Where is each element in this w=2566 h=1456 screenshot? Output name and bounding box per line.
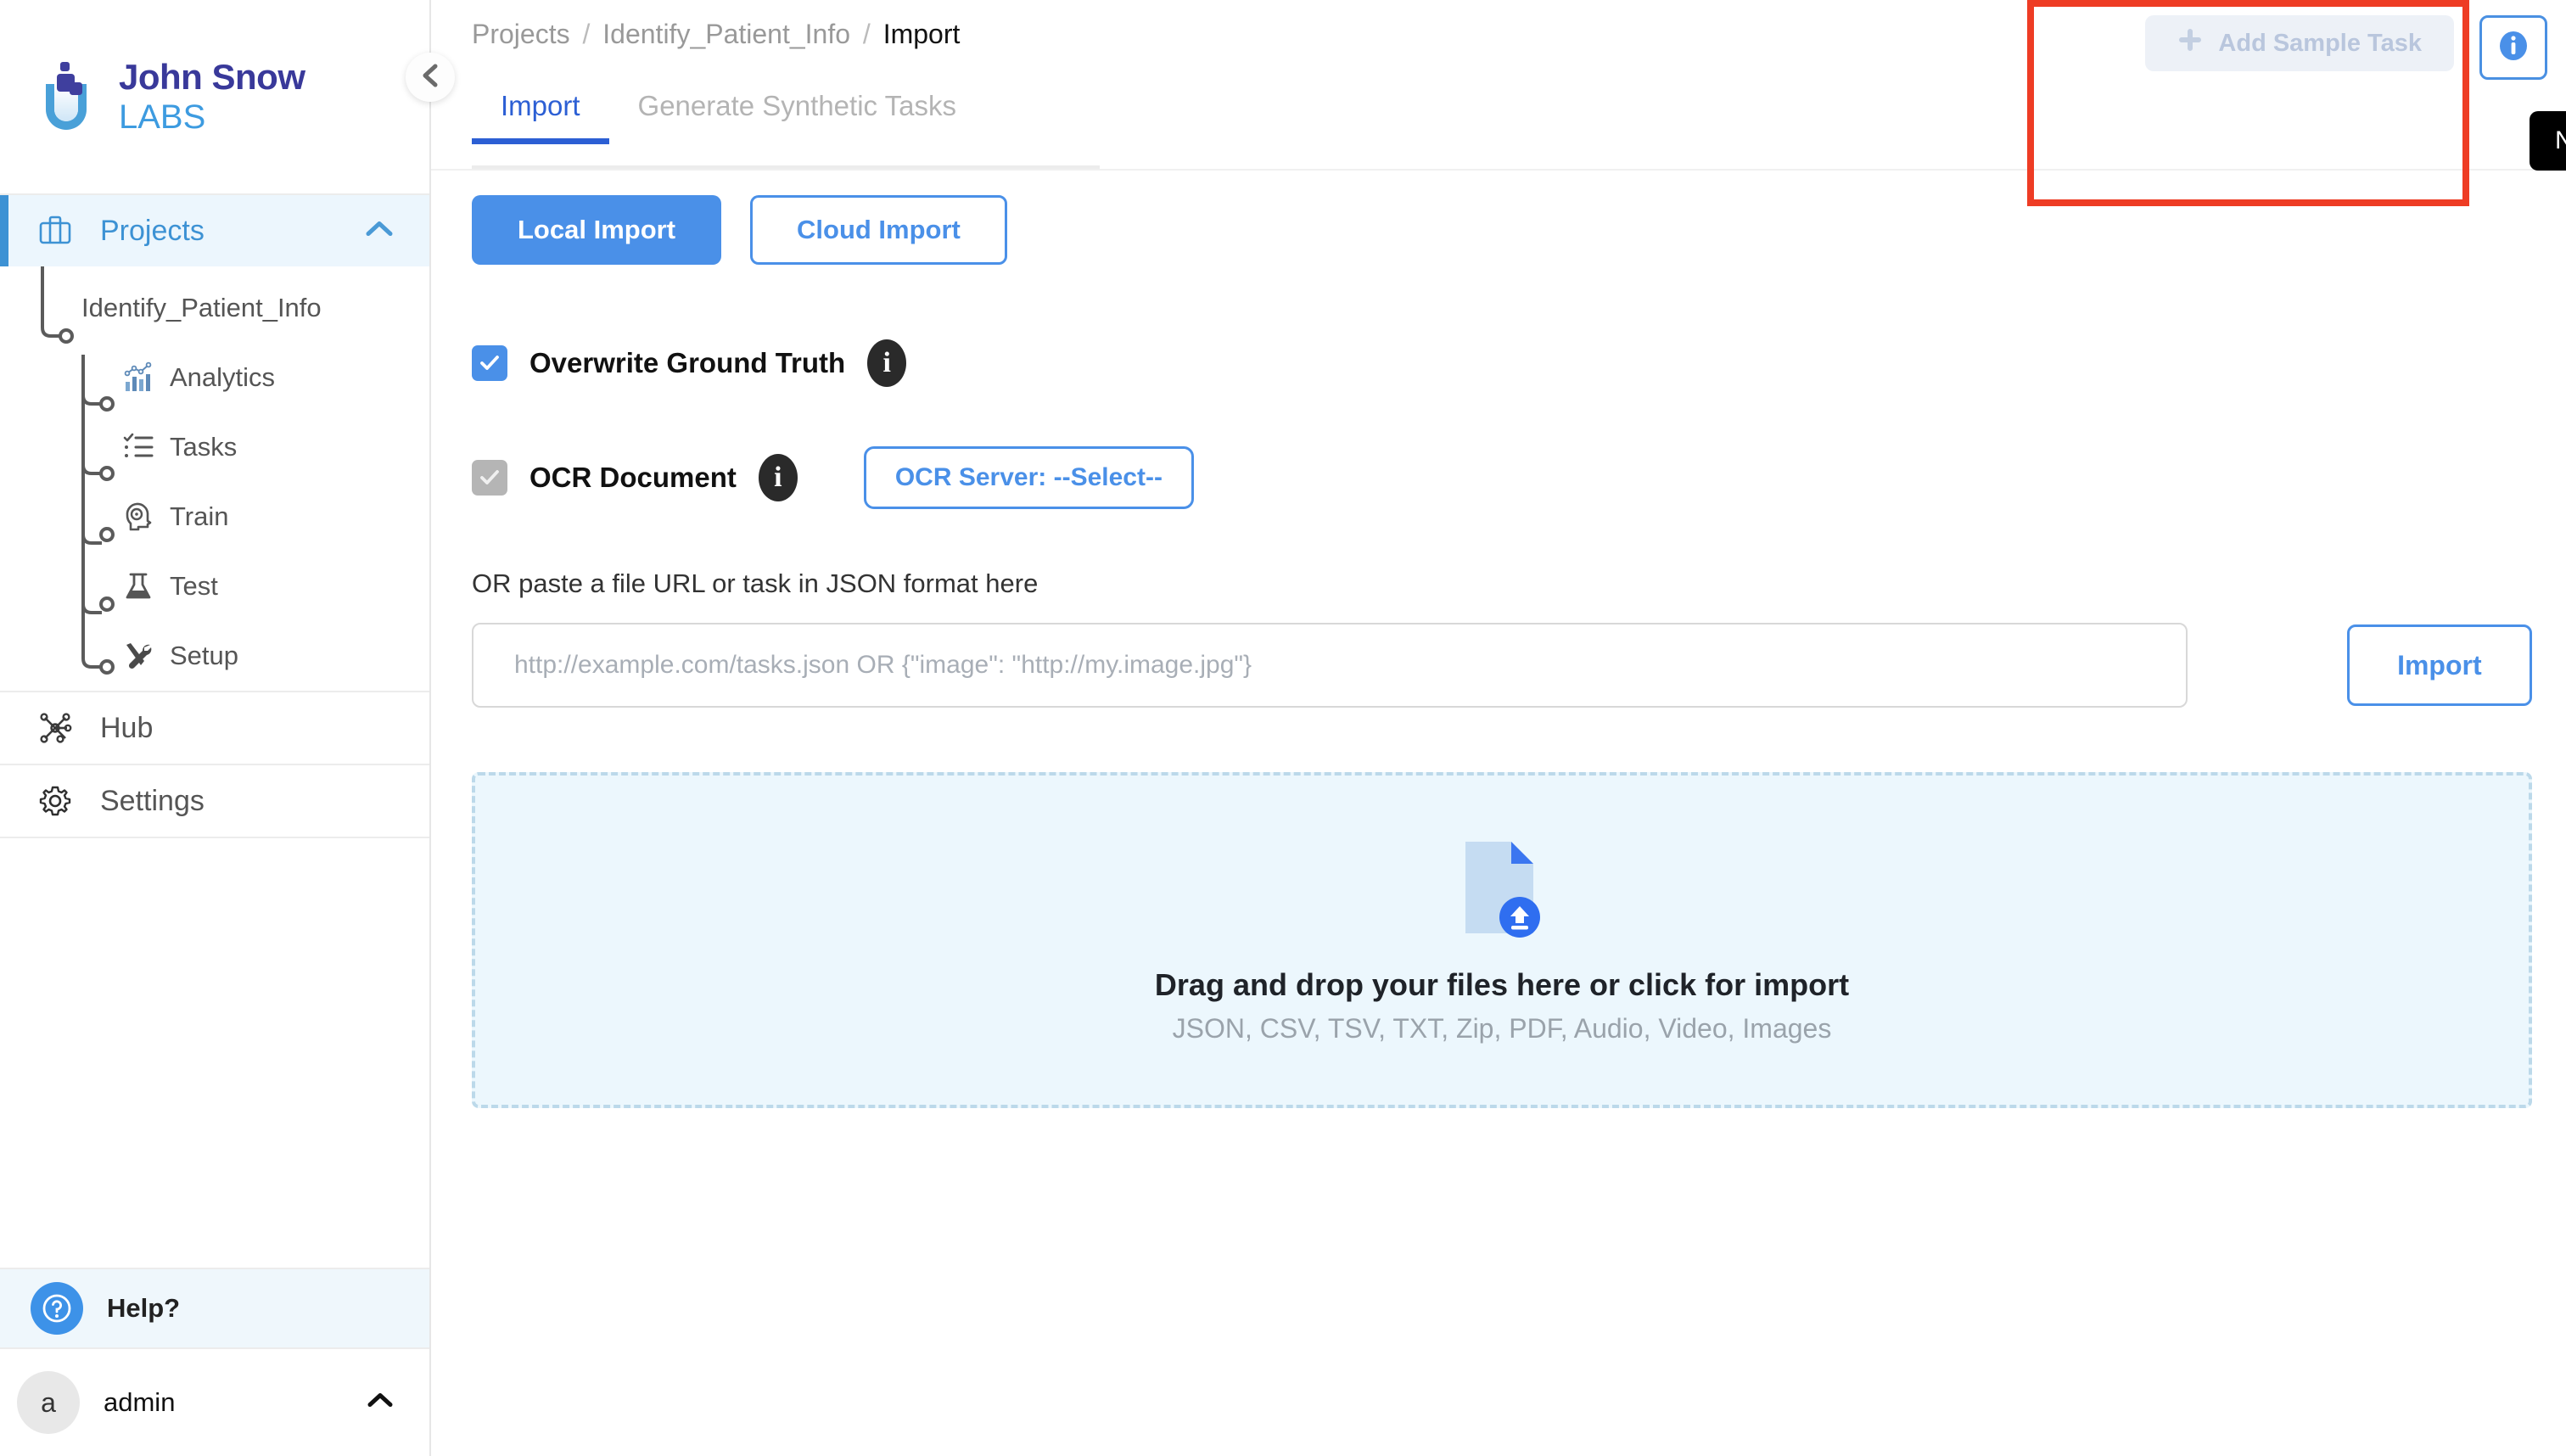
sidebar: John Snow LABS Projects Identify_Patient… — [0, 0, 455, 1456]
breadcrumb-project[interactable]: Identify_Patient_Info — [602, 19, 850, 49]
sidebar-item-projects[interactable]: Projects — [0, 195, 429, 266]
import-mode-buttons: Local Import Cloud Import — [472, 195, 2532, 265]
beaker-logo-icon — [34, 60, 100, 133]
header-rule — [431, 169, 2566, 171]
plus-icon — [2177, 27, 2203, 59]
ocr-document-label: OCR Document — [529, 462, 737, 493]
sidebar-item-settings[interactable]: Settings — [0, 765, 429, 837]
tab-import[interactable]: Import — [472, 76, 609, 144]
network-nodes-icon — [37, 710, 73, 746]
tab-bar: Import Generate Synthetic Tasks — [472, 76, 985, 144]
chevron-up-icon[interactable] — [367, 1392, 394, 1414]
brand-text: John Snow LABS — [119, 57, 305, 136]
sidebar-item-tasks[interactable]: Tasks — [0, 412, 429, 482]
local-import-button[interactable]: Local Import — [472, 195, 722, 265]
sidebar-item-train[interactable]: Train — [0, 482, 429, 552]
file-upload-icon — [1455, 837, 1549, 938]
header-actions: Add Sample Task — [2145, 15, 2547, 80]
file-dropzone[interactable]: Drag and drop your files here or click f… — [472, 772, 2532, 1108]
brand-name-line1: John Snow — [119, 57, 305, 97]
chevron-up-icon[interactable] — [365, 220, 394, 243]
help-button[interactable]: Help? — [0, 1268, 429, 1349]
help-label: Help? — [107, 1293, 181, 1323]
import-button[interactable]: Import — [2346, 624, 2532, 706]
brand-name-line2: LABS — [119, 98, 206, 136]
main-content: Projects / Identify_Patient_Info / Impor… — [431, 0, 2566, 1456]
paste-url-label: OR paste a file URL or task in JSON form… — [472, 568, 1039, 598]
ocr-document-checkbox[interactable] — [472, 460, 507, 496]
info-button[interactable] — [2479, 15, 2547, 80]
import-panel: Local Import Cloud Import Overwrite Grou… — [472, 195, 2532, 1108]
flask-icon — [122, 570, 154, 602]
sidebar-item-label: Analytics — [170, 362, 276, 392]
ocr-document-row: OCR Document i OCR Server: --Select-- — [472, 446, 2532, 509]
question-mark-icon — [31, 1282, 83, 1335]
sidebar-item-label: Projects — [100, 214, 204, 247]
brand-logo-block: John Snow LABS — [0, 0, 429, 193]
breadcrumb-root[interactable]: Projects — [472, 19, 570, 49]
sidebar-item-label: Train — [170, 501, 229, 531]
dropzone-title: Drag and drop your files here or click f… — [1154, 966, 1850, 1002]
sidebar-item-setup[interactable]: Setup — [0, 621, 429, 691]
breadcrumb-current: Import — [882, 19, 961, 49]
info-circle-icon — [2495, 26, 2532, 70]
brain-head-icon — [122, 501, 154, 533]
project-tree: Identify_Patient_Info Analytics Tasks Tr… — [0, 266, 429, 691]
tree-item-project[interactable]: Identify_Patient_Info — [0, 273, 429, 343]
tools-icon — [122, 640, 154, 672]
sidebar-item-hub[interactable]: Hub — [0, 692, 429, 764]
sidebar-item-label: Test — [170, 571, 218, 601]
gear-icon — [37, 783, 73, 819]
tab-generate-synthetic-tasks[interactable]: Generate Synthetic Tasks — [609, 76, 985, 144]
add-sample-task-label: Add Sample Task — [2218, 29, 2422, 57]
overwrite-ground-truth-checkbox[interactable] — [472, 345, 507, 381]
add-sample-task-button[interactable]: Add Sample Task — [2145, 15, 2454, 71]
briefcase-icon — [37, 213, 73, 249]
sidebar-item-label: Hub — [100, 711, 154, 744]
chevron-left-icon — [419, 63, 441, 92]
app-root: John Snow LABS Projects Identify_Patient… — [0, 0, 2566, 1456]
checklist-icon — [122, 431, 154, 463]
sidebar-item-test[interactable]: Test — [0, 552, 429, 621]
sidebar-item-label: Tasks — [170, 432, 238, 462]
avatar: a — [17, 1371, 80, 1434]
project-name-label: Identify_Patient_Info — [81, 293, 322, 322]
sidebar-item-label: Settings — [100, 784, 204, 817]
tooltip: No OCR servers Available! — [2530, 111, 2566, 171]
breadcrumb: Projects / Identify_Patient_Info / Impor… — [472, 19, 960, 50]
breadcrumb-separator: / — [582, 19, 591, 49]
user-menu[interactable]: a admin — [0, 1349, 429, 1456]
sidebar-item-label: Setup — [170, 641, 239, 670]
info-badge-icon[interactable]: i — [867, 339, 907, 387]
cloud-import-button[interactable]: Cloud Import — [750, 195, 1007, 265]
url-import-row: Import — [472, 623, 2532, 708]
sidebar-item-analytics[interactable]: Analytics — [0, 343, 429, 412]
user-name-label: admin — [104, 1387, 176, 1417]
overwrite-ground-truth-label: Overwrite Ground Truth — [529, 347, 846, 378]
dropzone-subtitle: JSON, CSV, TSV, TXT, Zip, PDF, Audio, Vi… — [1172, 1012, 1832, 1044]
url-input[interactable] — [472, 623, 2188, 708]
info-badge-icon[interactable]: i — [758, 454, 798, 501]
ocr-server-select-button[interactable]: OCR Server: --Select-- — [863, 446, 1194, 509]
sidebar-collapse-button[interactable] — [406, 53, 455, 102]
breadcrumb-separator: / — [862, 19, 871, 49]
analytics-chart-icon — [122, 361, 154, 394]
overwrite-ground-truth-row: Overwrite Ground Truth i — [472, 339, 2532, 387]
